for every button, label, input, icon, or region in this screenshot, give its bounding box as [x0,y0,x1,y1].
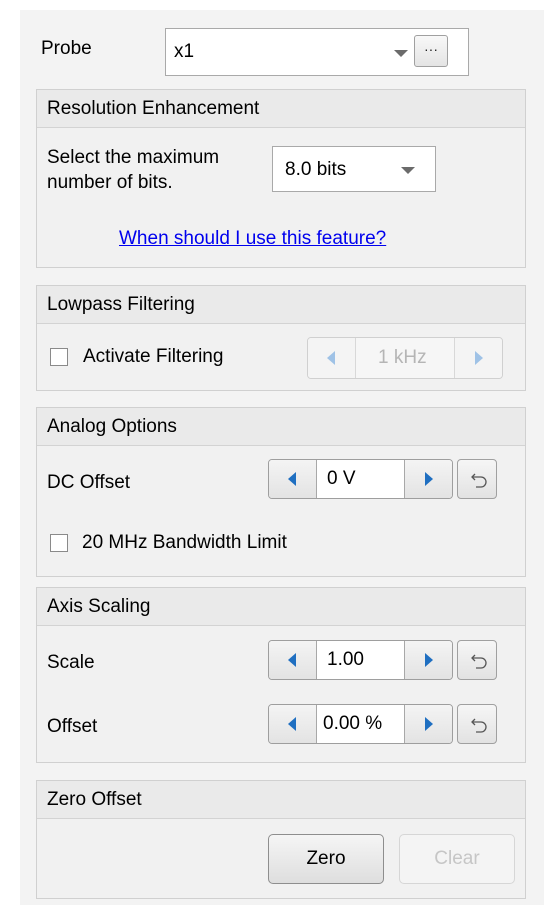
triangle-right-icon [425,472,433,486]
triangle-right-icon [425,653,433,667]
offset-decrement-button[interactable] [269,705,317,743]
triangle-left-icon [288,653,296,667]
help-link[interactable]: When should I use this feature? [119,228,386,250]
offset-label: Offset [47,716,98,737]
dc-offset-reset-button[interactable] [457,459,497,499]
resolution-description-line2: number of bits. [47,172,173,193]
chevron-down-icon [394,50,408,57]
probe-more-button[interactable]: ··· [414,35,448,67]
scale-value: 1.00 [327,649,364,670]
frequency-increment-button[interactable] [454,338,502,378]
lowpass-frequency-spinner[interactable]: 1 kHz [307,337,503,379]
dc-offset-value: 0 V [327,468,356,489]
analog-options-title: Analog Options [37,408,525,446]
undo-arrow-icon [471,654,487,669]
axis-scaling-title: Axis Scaling [37,588,525,626]
probe-label: Probe [41,38,92,59]
resolution-description-line1: Select the maximum [47,147,220,168]
dc-offset-label: DC Offset [47,472,131,493]
lowpass-filtering-title: Lowpass Filtering [37,286,525,324]
activate-filtering-label: Activate Filtering [83,346,224,367]
bandwidth-limit-label: 20 MHz Bandwidth Limit [82,532,287,553]
scale-spinner[interactable]: 1.00 [268,640,453,680]
chevron-down-icon [401,167,415,174]
probe-selected-value: x1 [174,41,195,62]
scale-reset-button[interactable] [457,640,497,680]
triangle-left-icon [288,717,296,731]
dc-offset-spinner[interactable]: 0 V [268,459,453,499]
offset-reset-button[interactable] [457,704,497,744]
offset-value: 0.00 % [323,713,383,734]
offset-increment-button[interactable] [404,705,452,743]
scale-increment-button[interactable] [404,641,452,679]
zero-offset-title: Zero Offset [37,781,525,819]
triangle-right-icon [475,351,483,365]
dc-offset-decrement-button[interactable] [269,460,317,498]
scale-label: Scale [47,652,95,673]
triangle-left-icon [327,351,335,365]
clear-button[interactable]: Clear [399,834,515,884]
triangle-left-icon [288,472,296,486]
scale-decrement-button[interactable] [269,641,317,679]
resolution-enhancement-title: Resolution Enhancement [37,90,525,128]
frequency-decrement-button[interactable] [308,338,356,378]
dc-offset-increment-button[interactable] [404,460,452,498]
triangle-right-icon [425,717,433,731]
frequency-value: 1 kHz [378,347,427,368]
undo-arrow-icon [471,718,487,733]
undo-arrow-icon [471,473,487,488]
bandwidth-limit-checkbox[interactable] [50,534,68,552]
offset-spinner[interactable]: 0.00 % [268,704,453,744]
bits-dropdown[interactable]: 8.0 bits [272,146,436,192]
activate-filtering-checkbox[interactable] [50,348,68,366]
zero-button[interactable]: Zero [268,834,384,884]
bits-selected-value: 8.0 bits [285,159,347,180]
